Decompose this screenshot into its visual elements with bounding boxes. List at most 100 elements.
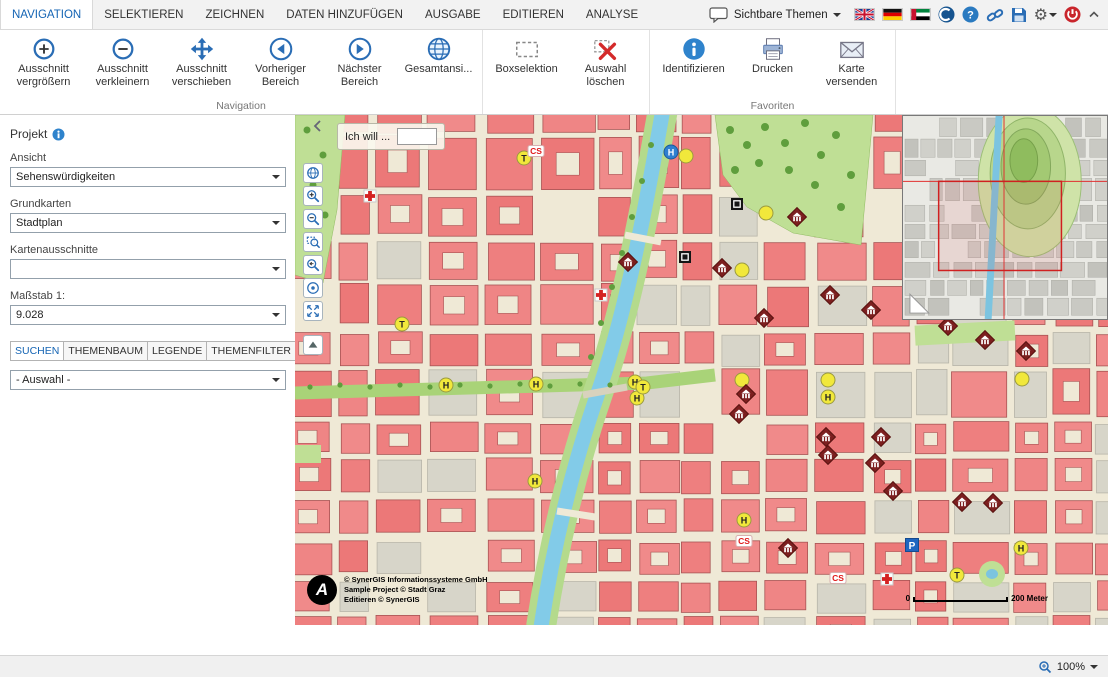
map-tool-full-extent[interactable] xyxy=(303,301,323,321)
map-marker-yellow[interactable]: H xyxy=(821,390,835,404)
map-marker-yellow[interactable]: T xyxy=(636,380,650,394)
map-marker-parking[interactable]: P xyxy=(906,539,919,552)
zoom-dropdown-arrow[interactable] xyxy=(1090,665,1098,673)
map-marker-cross[interactable] xyxy=(881,573,893,585)
map-tool-zoom-window[interactable] xyxy=(303,232,323,252)
globe-icon[interactable] xyxy=(938,6,955,23)
map-marker-yellow[interactable] xyxy=(735,263,749,277)
link-icon[interactable] xyxy=(986,7,1004,23)
map-marker-cross[interactable] xyxy=(364,190,376,202)
power-button[interactable] xyxy=(1064,6,1081,23)
map-marker-cross[interactable] xyxy=(595,289,607,301)
kartenausschnitte-label: Kartenausschnitte xyxy=(10,244,286,256)
menu-tab-selektieren[interactable]: SELEKTIEREN xyxy=(93,0,194,29)
kartenausschnitte-dropdown[interactable] xyxy=(10,259,286,279)
ich-will-input[interactable] xyxy=(397,128,437,145)
save-icon[interactable] xyxy=(1011,7,1027,23)
sidebar-tab-legende[interactable]: LEGENDE xyxy=(147,341,207,361)
flag-ae-icon[interactable] xyxy=(910,8,931,21)
ribbon-button-auswahl-l-schen[interactable]: Auswahllöschen xyxy=(566,32,645,98)
map-marker-cs[interactable]: CS xyxy=(528,146,544,157)
sidebar-tab-themenbaum[interactable]: THEMENBAUM xyxy=(63,341,148,361)
svg-text:CS: CS xyxy=(832,573,844,583)
map-marker-yellow[interactable] xyxy=(679,149,693,163)
ribbon-button-ausschnitt-verkleinern[interactable]: Ausschnittverkleinern xyxy=(83,32,162,98)
ribbon-group-navigation: AusschnittvergrößernAusschnittverkleiner… xyxy=(0,30,482,114)
map-tool-zoom-out[interactable] xyxy=(303,209,323,229)
overview-map[interactable] xyxy=(902,115,1108,320)
gear-icon: ⚙ xyxy=(1034,5,1048,25)
ribbon-button-n-chster-bereich[interactable]: NächsterBereich xyxy=(320,32,399,98)
ribbon-button-vorheriger-bereich[interactable]: VorherigerBereich xyxy=(241,32,320,98)
ribbon-button-label: Ausschnitt xyxy=(18,63,69,76)
map-marker-yellow[interactable]: H xyxy=(1014,541,1028,555)
map-marker-blueh[interactable]: H xyxy=(664,145,678,159)
svg-text:H: H xyxy=(533,379,540,389)
map-marker-yellow[interactable] xyxy=(759,206,773,220)
ansicht-value: Sehenswürdigkeiten xyxy=(16,171,115,183)
chevron-down-icon xyxy=(272,313,280,321)
map-marker-yellow[interactable]: H xyxy=(737,513,751,527)
collapse-ribbon-button[interactable] xyxy=(1088,9,1100,20)
map-marker-yellow[interactable]: H xyxy=(439,378,453,392)
ribbon-button-identifizieren[interactable]: Identifizieren xyxy=(654,32,733,98)
map-marker-yellow[interactable]: T xyxy=(395,317,409,331)
map-marker-cs[interactable]: CS xyxy=(830,573,846,584)
menu-tab-zeichnen[interactable]: ZEICHNEN xyxy=(194,0,275,29)
map-marker-yellow[interactable]: T xyxy=(950,568,964,582)
svg-text:H: H xyxy=(532,476,539,486)
svg-text:T: T xyxy=(640,382,646,392)
menu-tab-navigation[interactable]: NAVIGATION xyxy=(0,0,93,29)
ribbon-button-label xyxy=(771,76,774,89)
menu-tab-daten-hinzuf-gen[interactable]: DATEN HINZUFÜGEN xyxy=(275,0,414,29)
visible-themes-button[interactable]: Sichtbare Themen xyxy=(703,5,847,25)
map-tool-overview[interactable] xyxy=(303,163,323,183)
sidebar-tab-suchen[interactable]: SUCHEN xyxy=(10,341,64,361)
ribbon-button-gesamtansi[interactable]: Gesamtansi... xyxy=(399,32,478,98)
map-marker-yellow[interactable]: H xyxy=(529,377,543,391)
settings-button[interactable]: ⚙ xyxy=(1034,5,1057,25)
ribbon-button-label: Ausschnitt xyxy=(176,63,227,76)
ribbon-button-drucken[interactable]: Drucken xyxy=(733,32,812,98)
map-marker-yellow[interactable] xyxy=(821,373,835,387)
flag-de-icon[interactable] xyxy=(882,8,903,21)
ansicht-dropdown[interactable]: Sehenswürdigkeiten xyxy=(10,167,286,187)
map-marker-black[interactable] xyxy=(731,198,743,210)
scale-line xyxy=(913,597,1008,602)
ribbon-button-boxselektion[interactable]: Boxselektion xyxy=(487,32,566,98)
svg-text:H: H xyxy=(443,380,450,390)
map-tool-pan-up[interactable] xyxy=(303,335,323,355)
ribbon-button-label: löschen xyxy=(587,76,625,89)
scale-distance-label: 200 Meter xyxy=(1011,594,1048,603)
map-marker-black[interactable] xyxy=(679,251,691,263)
info-icon[interactable] xyxy=(52,128,65,141)
map-marker-yellow[interactable] xyxy=(1015,372,1029,386)
svg-text:T: T xyxy=(399,319,405,329)
ribbon-button-ausschnitt-verschieben[interactable]: Ausschnittverschieben xyxy=(162,32,241,98)
massstab-dropdown[interactable]: 9.028 xyxy=(10,305,286,325)
map-tool-zoom-in[interactable] xyxy=(303,186,323,206)
ribbon-button-label: Drucken xyxy=(752,63,793,76)
grundkarten-dropdown[interactable]: Stadtplan xyxy=(10,213,286,233)
ribbon-button-karte-versenden[interactable]: Karteversenden xyxy=(812,32,891,98)
clear-selection-icon xyxy=(591,35,621,63)
svg-text:H: H xyxy=(634,393,641,403)
flag-uk-icon[interactable] xyxy=(854,8,875,21)
map-marker-yellow[interactable]: H xyxy=(528,474,542,488)
ich-will-widget[interactable]: Ich will ... xyxy=(337,123,445,150)
menu-tab-analyse[interactable]: ANALYSE xyxy=(575,0,649,29)
auswahl-dropdown[interactable]: - Auswahl - xyxy=(10,370,286,390)
sidebar-collapse-button[interactable] xyxy=(312,119,322,138)
sidebar-tab-themenfilter[interactable]: THEMENFILTER xyxy=(206,341,296,361)
help-icon[interactable]: ? xyxy=(962,6,979,23)
map-tool-center[interactable] xyxy=(303,278,323,298)
ribbon-button-ausschnitt-vergr-ern[interactable]: Ausschnittvergrößern xyxy=(4,32,83,98)
sidebar-panel: Projekt Ansicht Sehenswürdigkeiten Grund… xyxy=(0,115,295,625)
map-marker-cs[interactable]: CS xyxy=(736,536,752,547)
next-icon xyxy=(345,35,375,63)
ribbon-button-label: Auswahl xyxy=(585,63,627,76)
menu-tab-editieren[interactable]: EDITIEREN xyxy=(492,0,575,29)
menu-tab-ausgabe[interactable]: AUSGABE xyxy=(414,0,492,29)
map-tool-previous-extent[interactable] xyxy=(303,255,323,275)
visible-themes-label: Sichtbare Themen xyxy=(734,9,828,21)
